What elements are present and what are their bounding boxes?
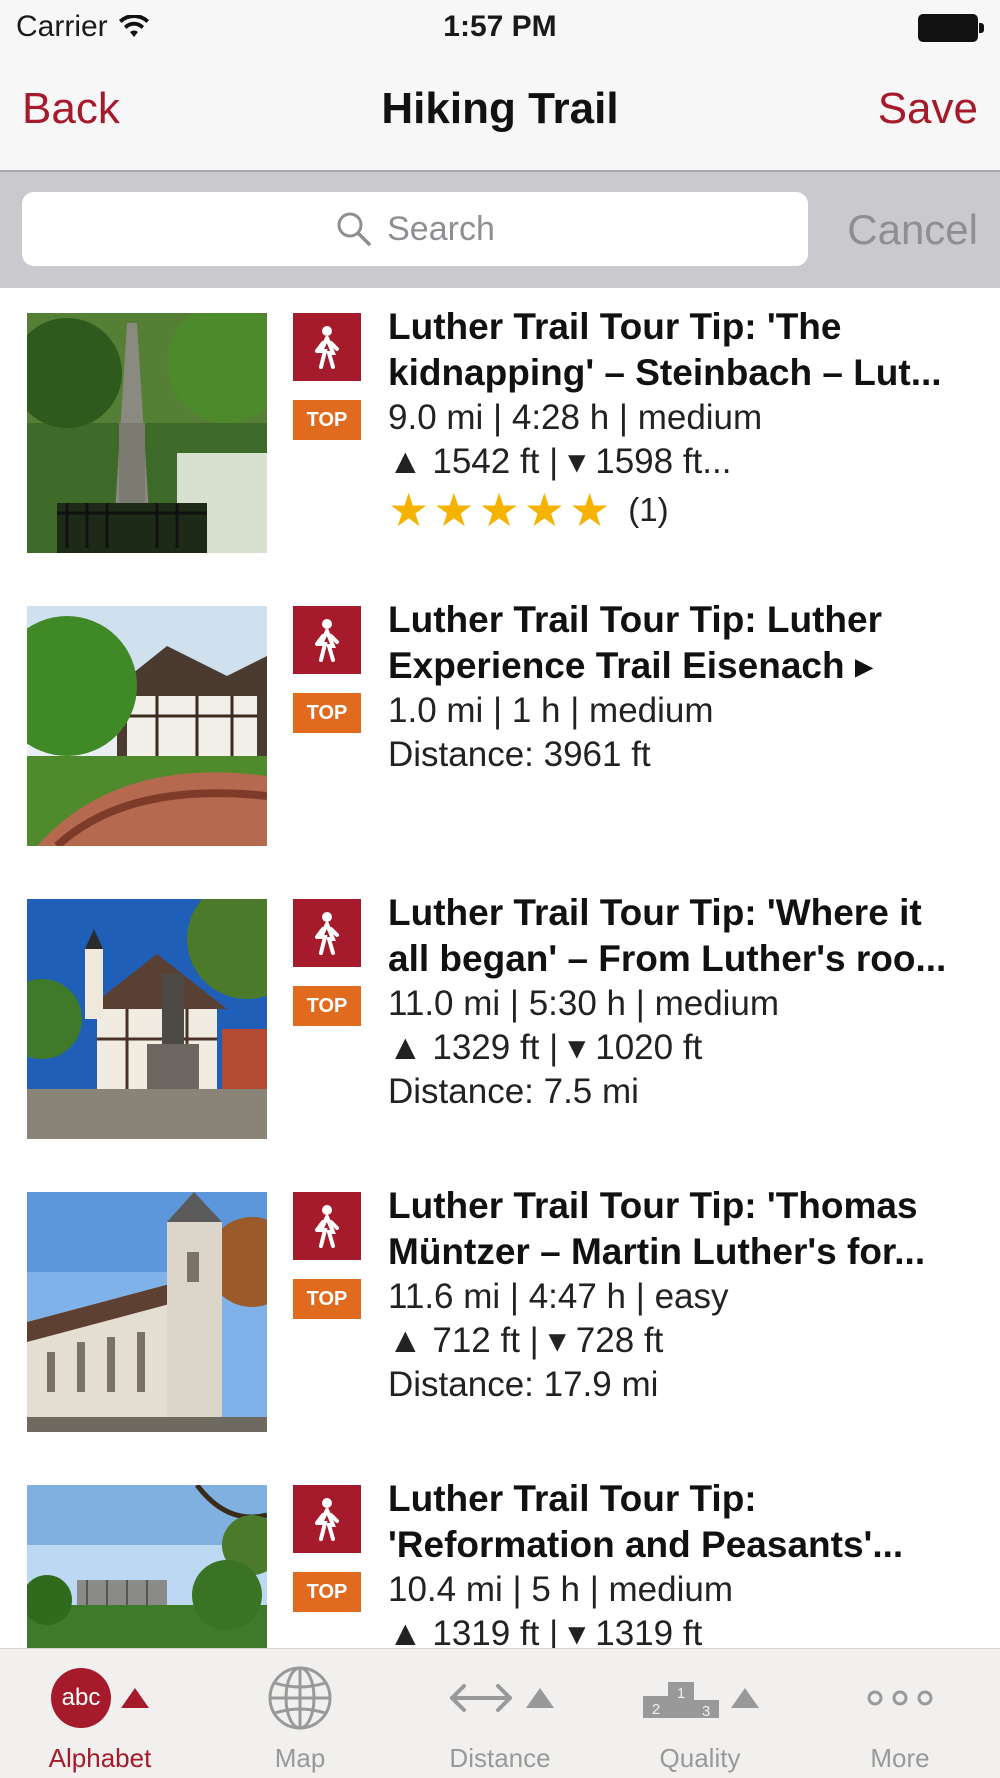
tab-alphabet[interactable]: abc Alphabet [0, 1649, 200, 1778]
more-dots-icon [867, 1690, 933, 1706]
search-icon [337, 212, 371, 246]
list-item[interactable]: TOP Luther Trail Tour Tip: 'Thomas Müntz… [0, 1167, 1000, 1460]
list-item[interactable]: TOP Luther Trail Tour Tip: 'Reformation … [0, 1460, 1000, 1648]
trail-elevation: ▲ 1329 ft | ▾ 1020 ft [388, 1028, 703, 1067]
tab-bar: abc Alphabet Map Distance 2 1 3 Quality … [0, 1648, 1000, 1778]
tab-map[interactable]: Map [200, 1649, 400, 1778]
tab-label: More [870, 1743, 930, 1773]
trail-stats: 1.0 mi | 1 h | medium [388, 691, 714, 730]
trail-info: Luther Trail Tour Tip: Luther Experience… [388, 597, 988, 777]
tab-label: Distance [449, 1743, 551, 1773]
search-input[interactable]: Search [22, 192, 808, 266]
trail-distance: Distance: 3961 ft [388, 735, 651, 774]
list-item[interactable]: TOP Luther Trail Tour Tip: 'The kidnappi… [0, 288, 1000, 581]
star-icon: ★ [433, 484, 475, 536]
top-badge: TOP [293, 400, 361, 440]
rating-count: (1) [628, 491, 669, 528]
star-icon: ★ [478, 484, 520, 536]
trail-thumbnail [27, 899, 267, 1139]
top-badge: TOP [293, 1279, 361, 1319]
trail-list: TOP Luther Trail Tour Tip: 'The kidnappi… [0, 288, 1000, 1648]
hiker-icon [293, 1192, 361, 1260]
sort-ascending-icon [121, 1688, 149, 1708]
trail-distance: Distance: 17.9 mi [388, 1365, 659, 1404]
globe-icon [268, 1666, 332, 1730]
list-item[interactable]: TOP Luther Trail Tour Tip: 'Where it all… [0, 874, 1000, 1167]
hiker-icon [293, 313, 361, 381]
top-badge: TOP [293, 693, 361, 733]
trail-elevation: ▲ 1542 ft | ▾ 1598 ft... [388, 442, 732, 481]
status-time: 1:57 PM [443, 10, 557, 43]
podium-icon: 2 1 3 [643, 1682, 719, 1718]
search-placeholder: Search [387, 209, 495, 248]
hiker-icon [293, 606, 361, 674]
tab-quality[interactable]: 2 1 3 Quality [600, 1649, 800, 1778]
star-icon: ★ [569, 484, 611, 536]
svg-text:1: 1 [677, 1685, 685, 1702]
trail-thumbnail [27, 1192, 267, 1432]
trail-title: Luther Trail Tour Tip: 'The kidnapping' … [388, 306, 942, 393]
trail-info: Luther Trail Tour Tip: 'Where it all beg… [388, 890, 988, 1114]
trail-info: Luther Trail Tour Tip: 'The kidnapping' … [388, 304, 988, 534]
tab-label: Alphabet [48, 1743, 152, 1773]
top-badge: TOP [293, 1572, 361, 1612]
sort-ascending-icon [731, 1688, 759, 1708]
hiker-icon [293, 899, 361, 967]
top-badge: TOP [293, 986, 361, 1026]
trail-stats: 11.6 mi | 4:47 h | easy [388, 1277, 729, 1316]
trail-info: Luther Trail Tour Tip: 'Thomas Müntzer –… [388, 1183, 988, 1407]
trail-elevation: ▲ 712 ft | ▾ 728 ft [388, 1321, 664, 1360]
tab-label: Quality [659, 1743, 741, 1773]
star-icon: ★ [388, 484, 430, 536]
list-item[interactable]: TOP Luther Trail Tour Tip: Luther Experi… [0, 581, 1000, 874]
search-bar: Search Cancel [0, 172, 1000, 288]
cancel-button[interactable]: Cancel [847, 206, 978, 254]
trail-stats: 11.0 mi | 5:30 h | medium [388, 984, 780, 1023]
trail-title: Luther Trail Tour Tip: 'Reformation and … [388, 1478, 904, 1565]
trail-thumbnail [27, 313, 267, 553]
trail-title: Luther Trail Tour Tip: Luther Experience… [388, 599, 883, 686]
battery-icon [918, 14, 984, 42]
page-title: Hiking Trail [381, 84, 619, 133]
trail-title: Luther Trail Tour Tip: 'Where it all beg… [388, 892, 947, 979]
trail-stats: 9.0 mi | 4:28 h | medium [388, 398, 763, 437]
sort-ascending-icon [526, 1688, 554, 1708]
trail-distance: Distance: 7.5 mi [388, 1072, 639, 1111]
svg-text:2: 2 [652, 1701, 660, 1718]
trail-title: Luther Trail Tour Tip: 'Thomas Müntzer –… [388, 1185, 926, 1272]
tab-label: Map [274, 1743, 326, 1773]
trail-stats: 10.4 mi | 5 h | medium [388, 1570, 733, 1609]
double-arrow-icon [450, 1684, 512, 1712]
svg-text:3: 3 [702, 1703, 710, 1718]
trail-thumbnail [27, 606, 267, 846]
save-button[interactable]: Save [878, 84, 978, 134]
star-icon: ★ [523, 484, 565, 536]
trail-elevation: ▲ 1319 ft | ▾ 1319 ft [388, 1614, 703, 1648]
status-bar: Carrier 1:57 PM [0, 0, 1000, 56]
navigation-bar: Back Hiking Trail Save [0, 56, 1000, 172]
rating: ★ ★ ★ ★ ★ (1) [388, 486, 988, 534]
tab-distance[interactable]: Distance [400, 1649, 600, 1778]
abc-icon: abc [51, 1668, 111, 1728]
trail-thumbnail [27, 1485, 267, 1648]
trail-info: Luther Trail Tour Tip: 'Reformation and … [388, 1476, 988, 1648]
tab-more[interactable]: More [800, 1649, 1000, 1778]
hiker-icon [293, 1485, 361, 1553]
